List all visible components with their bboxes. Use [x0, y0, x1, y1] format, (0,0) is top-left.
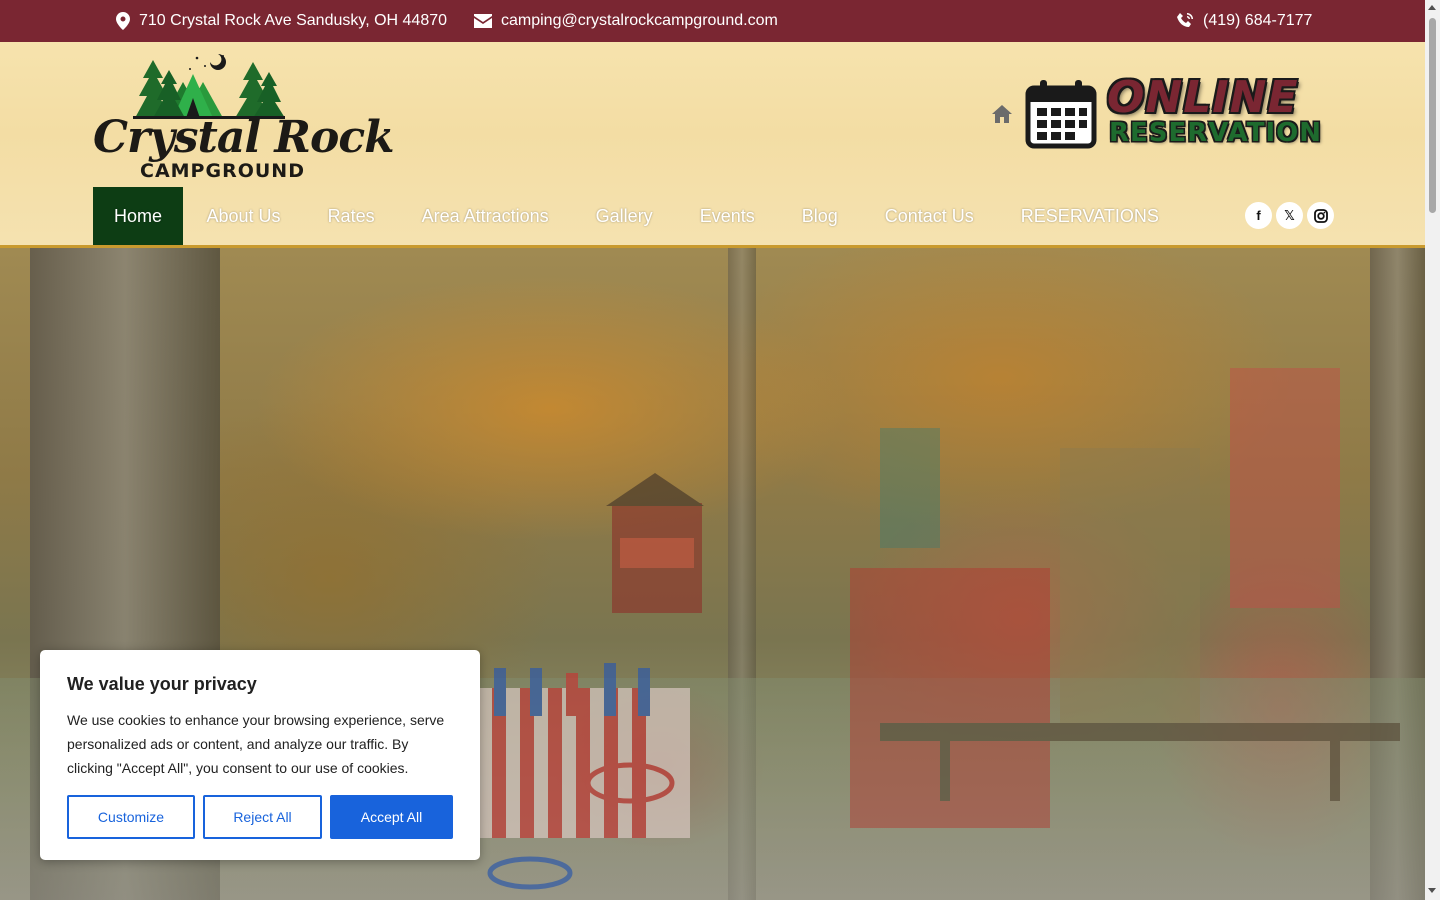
nav-item-about-us[interactable]: About Us: [183, 187, 304, 245]
email-text: camping@crystalrockcampground.com: [501, 12, 778, 29]
online-reservation-banner[interactable]: ONLINE RESERVATION: [1025, 72, 1327, 154]
reservation-banner-line1: ONLINE: [1107, 72, 1299, 123]
x-twitter-icon[interactable]: 𝕏: [1276, 202, 1303, 229]
scrollbar-thumb[interactable]: [1429, 18, 1436, 213]
logo-subtitle: CAMPGROUND: [140, 160, 305, 182]
envelope-icon: [474, 14, 492, 28]
address-info[interactable]: 710 Crystal Rock Ave Sandusky, OH 44870: [116, 0, 447, 42]
instagram-icon[interactable]: [1307, 202, 1334, 229]
scroll-up-arrow-icon[interactable]: [1428, 5, 1436, 10]
nav-item-blog[interactable]: Blog: [778, 187, 861, 245]
customize-button[interactable]: Customize: [67, 795, 195, 839]
cookie-body: We use cookies to enhance your browsing …: [67, 712, 445, 776]
site-header: Crystal Rock CAMPGROUND ONLINE RESERVATI…: [0, 42, 1425, 248]
email-link[interactable]: camping@crystalrockcampground.com: [474, 0, 778, 42]
nav-item-contact-us[interactable]: Contact Us: [861, 187, 997, 245]
reservation-banner-line2: RESERVATION: [1109, 118, 1323, 148]
cookie-title: We value your privacy: [67, 674, 257, 694]
phone-link[interactable]: (419) 684-7177: [1176, 0, 1312, 42]
reject-all-button[interactable]: Reject All: [203, 795, 322, 839]
top-contact-bar: 710 Crystal Rock Ave Sandusky, OH 44870 …: [0, 0, 1425, 42]
home-icon[interactable]: [991, 104, 1013, 124]
page-scrollbar[interactable]: [1425, 0, 1440, 900]
site-logo[interactable]: Crystal Rock CAMPGROUND: [93, 52, 395, 182]
map-pin-icon: [116, 12, 130, 30]
cookie-consent-dialog: We value your privacy We use cookies to …: [40, 650, 480, 860]
address-text: 710 Crystal Rock Ave Sandusky, OH 44870: [139, 12, 448, 29]
nav-item-home[interactable]: Home: [93, 187, 184, 245]
calendar-icon: [1025, 80, 1097, 149]
nav-item-gallery[interactable]: Gallery: [572, 187, 676, 245]
main-nav: Home About Us Rates Area Attractions Gal…: [93, 187, 1182, 245]
nav-item-area-attractions[interactable]: Area Attractions: [398, 187, 572, 245]
scroll-down-arrow-icon[interactable]: [1428, 888, 1436, 893]
phone-text: (419) 684-7177: [1203, 12, 1313, 29]
logo-title: Crystal Rock: [93, 112, 395, 163]
nav-item-events[interactable]: Events: [676, 187, 778, 245]
accept-all-button[interactable]: Accept All: [330, 795, 453, 839]
phone-icon: [1177, 13, 1193, 27]
nav-item-rates[interactable]: Rates: [304, 187, 398, 245]
nav-item-reservations[interactable]: RESERVATIONS: [997, 187, 1182, 245]
social-links: f 𝕏: [1245, 202, 1334, 229]
facebook-icon[interactable]: f: [1245, 202, 1272, 229]
